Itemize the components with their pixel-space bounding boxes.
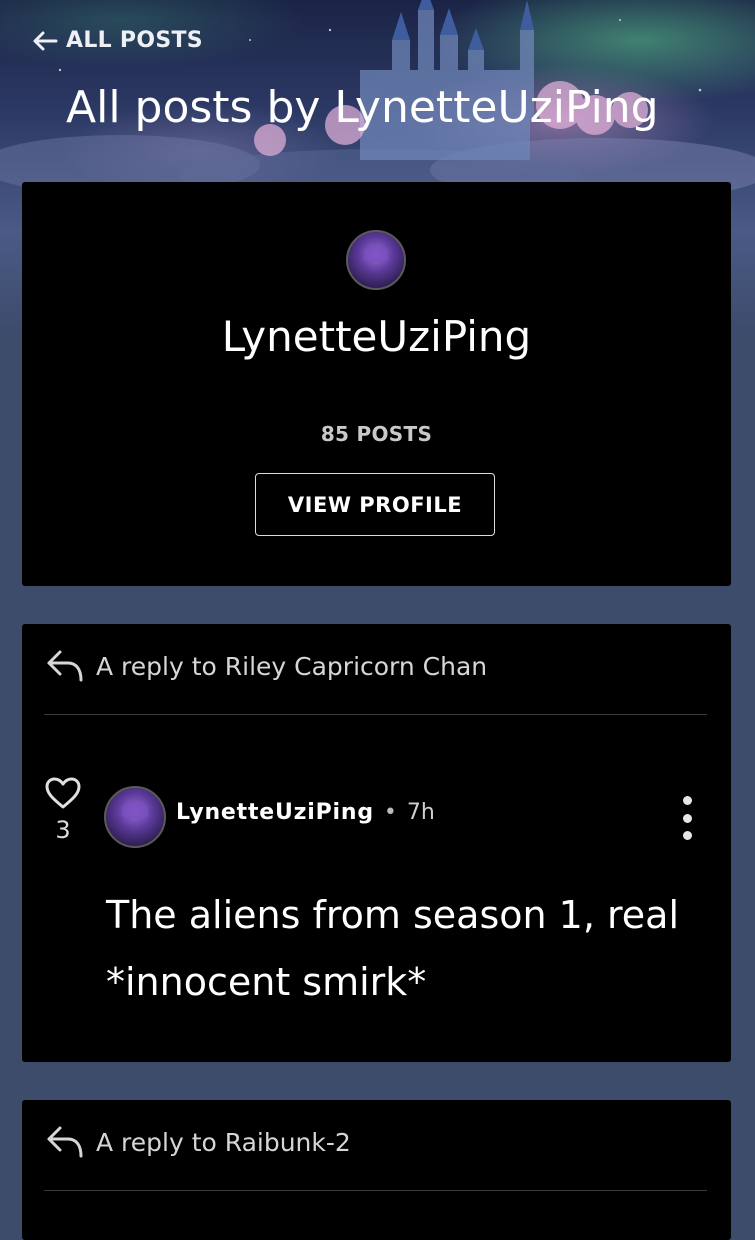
heart-outline-icon xyxy=(45,777,81,809)
profile-card: LynetteUziPing 85 POSTS VIEW PROFILE xyxy=(22,182,731,586)
post-body: The aliens from season 1, real *innocent… xyxy=(106,893,680,1004)
post-author[interactable]: LynetteUziPing xyxy=(176,800,374,825)
reply-context-link[interactable]: A reply to Riley Capricorn Chan xyxy=(46,648,487,684)
author-avatar[interactable] xyxy=(104,786,166,848)
post-timestamp: 7h xyxy=(406,800,435,825)
view-profile-button[interactable]: VIEW PROFILE xyxy=(255,473,495,536)
reply-context-text: A reply to Riley Capricorn Chan xyxy=(96,651,488,681)
vertical-ellipsis-icon xyxy=(682,831,692,840)
page-title: All posts by LynetteUziPing xyxy=(66,82,659,133)
post-card: A reply to Riley Capricorn Chan 3 Lynett… xyxy=(22,624,731,1062)
divider xyxy=(44,1190,707,1191)
post-count: 85 POSTS xyxy=(320,422,433,446)
post-card: A reply to Raibunk-2 xyxy=(22,1100,731,1240)
reply-arrow-icon xyxy=(47,1126,83,1158)
profile-username: LynetteUziPing xyxy=(221,312,532,361)
reply-arrow-icon xyxy=(47,650,83,682)
vertical-ellipsis-icon xyxy=(682,796,692,805)
meta-separator: • xyxy=(383,800,397,825)
post-meta: LynetteUziPing • 7h xyxy=(176,800,435,825)
divider xyxy=(44,714,707,715)
reply-context-text: A reply to Raibunk-2 xyxy=(96,1127,351,1157)
reply-context-link[interactable]: A reply to Raibunk-2 xyxy=(46,1124,351,1160)
avatar[interactable] xyxy=(346,230,406,290)
like-count: 3 xyxy=(55,816,71,844)
back-to-all-posts-link[interactable]: ALL POSTS xyxy=(32,28,203,53)
like-button[interactable]: 3 xyxy=(44,776,82,844)
more-options-button[interactable] xyxy=(677,796,697,840)
vertical-ellipsis-icon xyxy=(682,813,692,823)
arrow-left-icon xyxy=(33,31,58,50)
back-link-label: ALL POSTS xyxy=(66,28,203,53)
